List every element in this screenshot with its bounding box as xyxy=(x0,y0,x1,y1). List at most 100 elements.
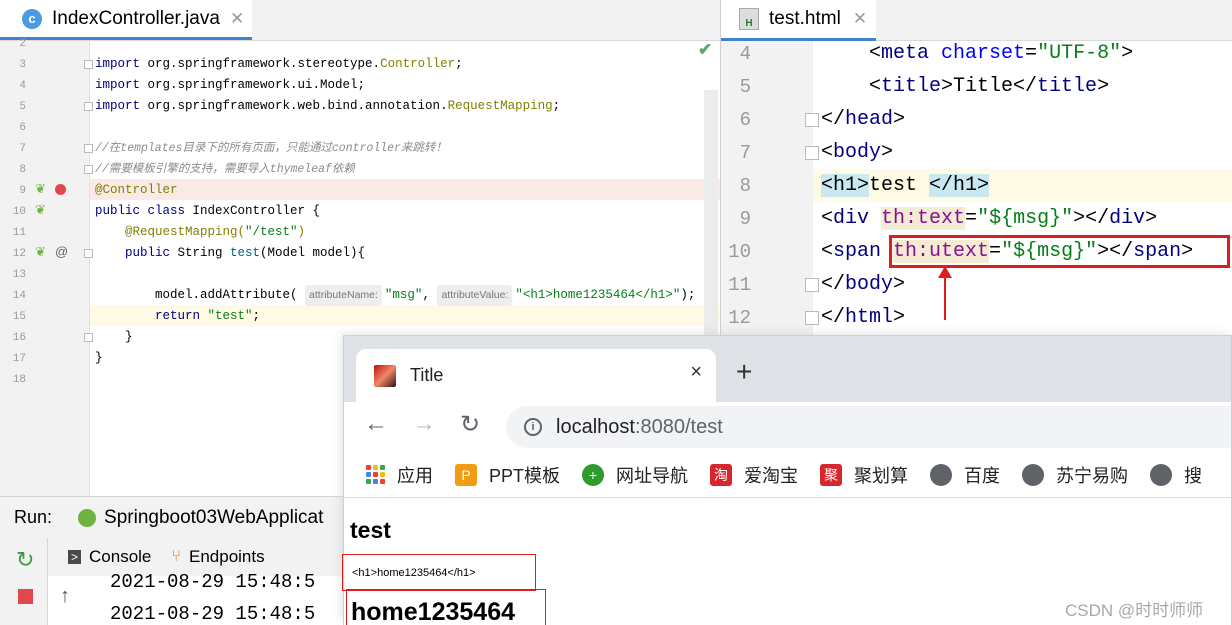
tab-label: IndexController.java xyxy=(52,7,220,29)
fold-marker-icon[interactable] xyxy=(84,144,93,153)
code-line-7[interactable]: <body> xyxy=(821,136,893,169)
bookmark-suning[interactable]: 苏宁易购 xyxy=(1022,462,1128,488)
run-label: Run: xyxy=(14,507,53,527)
bookmark-baidu[interactable]: 百度 xyxy=(930,462,1000,488)
code-line-11[interactable]: @RequestMapping("/test") xyxy=(95,222,720,243)
tab-endpoints[interactable]: ⑂ Endpoints xyxy=(171,547,264,567)
at-icon[interactable]: @ xyxy=(55,244,68,259)
code-line-4[interactable]: import org.springframework.ui.Model; xyxy=(95,75,720,96)
bookmark-ppt[interactable]: P PPT模板 xyxy=(455,462,560,488)
reload-icon[interactable]: ↻ xyxy=(460,410,480,439)
code-token: > xyxy=(1121,42,1134,65)
globe-icon xyxy=(1150,463,1173,486)
spring-bean-icon[interactable]: ❦ xyxy=(35,202,46,218)
spring-bean-icon[interactable]: ❦ xyxy=(35,181,46,197)
bookmark-label: 苏宁易购 xyxy=(1056,465,1129,486)
rendered-h1-text: home1235464 xyxy=(346,589,546,625)
line-number: 8 xyxy=(19,164,26,176)
code-token: , xyxy=(422,288,438,302)
code-line-3[interactable]: import org.springframework.stereotype.Co… xyxy=(95,54,720,75)
code-line-15[interactable]: return "test"; xyxy=(95,306,720,327)
code-line-14[interactable]: model.addAttribute( attributeName: "msg",… xyxy=(95,285,720,306)
code-token: "/test" xyxy=(245,225,298,239)
code-token: org.springframework.stereotype. xyxy=(147,57,381,71)
run-config-tab[interactable]: Springboot03WebApplicat xyxy=(78,507,323,529)
fold-marker-icon[interactable] xyxy=(84,333,93,342)
code-line-12[interactable]: public String test(Model model){ xyxy=(95,243,720,264)
breakpoint-icon[interactable] xyxy=(55,184,66,195)
code-token: model.addAttribute( xyxy=(95,288,306,302)
bookmark-sou[interactable]: 搜 xyxy=(1150,462,1202,488)
code-line-5[interactable]: <title>Title</title> xyxy=(821,70,1109,103)
rerun-icon[interactable]: ↻ xyxy=(16,547,34,573)
new-tab-icon[interactable]: + xyxy=(736,356,752,388)
code-line-4[interactable]: <meta charset="UTF-8"> xyxy=(821,37,1133,70)
fold-marker-icon[interactable] xyxy=(84,102,93,111)
line-number: 6 xyxy=(739,109,751,131)
fold-marker-icon[interactable] xyxy=(805,113,819,127)
code-token: Controller xyxy=(380,57,456,71)
line-number: 4 xyxy=(19,80,26,92)
fold-marker-icon[interactable] xyxy=(805,146,819,160)
code-token: >Title</ xyxy=(941,75,1038,98)
code-token: (Model model){ xyxy=(260,246,366,260)
scroll-up-icon[interactable]: ↑ xyxy=(60,585,70,608)
stop-icon[interactable] xyxy=(18,589,33,604)
juhuasuan-icon: 聚 xyxy=(820,463,843,486)
fold-marker-icon[interactable] xyxy=(84,60,93,69)
code-token: html xyxy=(845,306,894,329)
bookmark-nav[interactable]: + 网址导航 xyxy=(582,462,688,488)
bookmark-label: 聚划算 xyxy=(854,465,909,486)
tab-index-controller[interactable]: c IndexController.java ✕ xyxy=(0,0,252,40)
code-token: meta xyxy=(881,42,942,65)
code-line-9[interactable]: @Controller xyxy=(95,180,720,201)
code-token: </h1> xyxy=(929,174,990,197)
code-token: String xyxy=(177,246,231,260)
code-token: ></ xyxy=(1073,207,1110,230)
code-line-7[interactable]: //在templates目录下的所有页面，只能通过controller来跳转！ xyxy=(95,138,720,159)
java-class-icon: c xyxy=(22,8,42,29)
bookmark-juhuasuan[interactable]: 聚聚划算 xyxy=(820,462,908,488)
code-token: org.springframework.ui.Model; xyxy=(147,78,366,92)
browser-toolbar: ← → ↻ i localhost:8080/test xyxy=(344,402,1231,452)
fold-marker-icon[interactable] xyxy=(805,311,819,325)
code-line-9[interactable]: <div th:text="${msg}"></div> xyxy=(821,202,1157,235)
code-token: </ xyxy=(821,108,846,131)
code-line-6[interactable]: </head> xyxy=(821,103,905,136)
close-icon[interactable]: × xyxy=(690,361,702,384)
line-number: 3 xyxy=(19,59,26,71)
code-line-8[interactable]: <h1>test </h1> xyxy=(821,169,990,202)
back-icon[interactable]: ← xyxy=(364,410,388,438)
browser-tab[interactable]: Title × xyxy=(356,349,716,402)
line-number: 5 xyxy=(739,76,751,98)
line-number: 5 xyxy=(19,101,26,113)
browser-window: Title × + ← → ↻ i localhost:8080/test 应用 xyxy=(342,335,1232,625)
code-line-11[interactable]: </body> xyxy=(821,268,905,301)
address-bar[interactable]: i localhost:8080/test xyxy=(506,406,1231,448)
escaped-html-text: <h1>home1235464</h1> xyxy=(342,554,536,591)
code-line-5[interactable]: import org.springframework.web.bind.anno… xyxy=(95,96,720,117)
html-file-icon: H xyxy=(739,8,759,30)
close-icon[interactable]: ✕ xyxy=(853,9,867,29)
bookmark-taobao[interactable]: 淘爱淘宝 xyxy=(710,462,798,488)
code-token: body xyxy=(833,141,882,164)
forward-icon[interactable]: → xyxy=(412,410,436,438)
fold-marker-icon[interactable] xyxy=(84,165,93,174)
ppt-icon: P xyxy=(455,463,477,486)
code-line-8[interactable]: //需要模板引擎的支持，需要导入thymeleaf依赖 xyxy=(95,159,720,180)
fold-marker-icon[interactable] xyxy=(805,278,819,292)
close-icon[interactable]: ✕ xyxy=(230,9,244,29)
bookmark-apps[interactable]: 应用 xyxy=(366,462,433,488)
url-host: localhost xyxy=(556,415,635,438)
fold-marker-icon[interactable] xyxy=(84,249,93,258)
code-token: return xyxy=(95,309,208,323)
tab-test-html[interactable]: H test.html ✕ xyxy=(721,0,876,41)
tab-console[interactable]: > Console xyxy=(68,547,151,567)
tab-label: Endpoints xyxy=(189,547,265,566)
code-line-10[interactable]: public class IndexController { xyxy=(95,201,720,222)
code-token: ) xyxy=(297,225,306,239)
site-info-icon[interactable]: i xyxy=(524,418,542,436)
annotation-highlight-box xyxy=(889,235,1230,268)
code-line-12[interactable]: </html> xyxy=(821,301,905,334)
spring-mapping-icon[interactable]: ❦ xyxy=(35,244,46,260)
